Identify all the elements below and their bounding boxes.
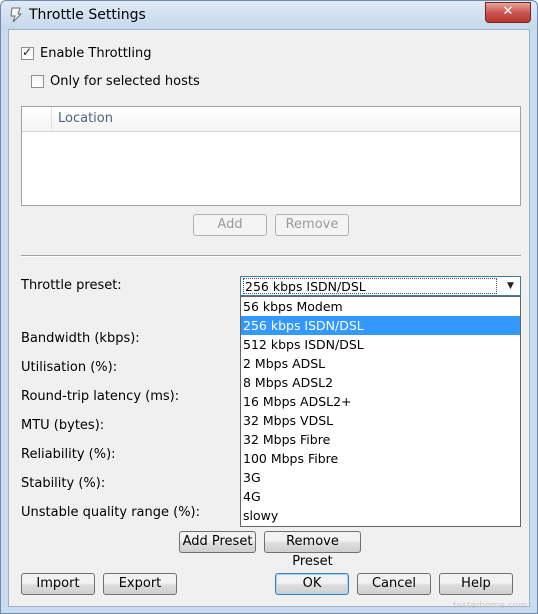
throttle-preset-value: 256 kbps ISDN/DSL [243,278,497,294]
enable-throttling-row[interactable]: ✓ Enable Throttling [21,45,152,61]
bandwidth-label: Bandwidth (kbps): [21,331,140,346]
preset-option[interactable]: slowy [241,506,520,525]
preset-option[interactable]: 32 Mbps Fibre [241,430,520,449]
close-button[interactable]: ✕ [485,2,531,23]
window-title: Throttle Settings [29,7,146,23]
throttle-preset-label: Throttle preset: [21,278,122,293]
preset-option[interactable]: 56 kbps Modem [241,297,520,316]
row-header-gutter [22,107,52,131]
preset-option[interactable]: 256 kbps ISDN/DSL [241,316,520,335]
preset-option[interactable]: 8 Mbps ADSL2 [241,373,520,392]
ok-button[interactable]: OK [275,573,349,595]
add-preset-button[interactable]: Add Preset [179,531,256,553]
dialog-body: ✓ Enable Throttling Only for selected ho… [8,29,530,607]
enable-throttling-checkbox[interactable]: ✓ [21,45,34,60]
preset-option[interactable]: 4G [241,487,520,506]
location-column-header[interactable]: Location [52,107,520,131]
check-mark-icon: ✓ [22,45,33,59]
add-host-button[interactable]: Add [193,214,267,236]
selected-hosts-checkbox[interactable] [31,75,44,88]
preset-option[interactable]: 2 Mbps ADSL [241,354,520,373]
export-button[interactable]: Export [103,573,177,595]
remove-host-button[interactable]: Remove [275,214,349,236]
watermark: testerhome.com [453,601,527,611]
preset-option[interactable]: 16 Mbps ADSL2+ [241,392,520,411]
throttle-preset-dropdown[interactable]: 56 kbps Modem 256 kbps ISDN/DSL 512 kbps I… [240,296,521,527]
hosts-list-header: Location [22,107,520,132]
mtu-label: MTU (bytes): [21,418,105,433]
preset-option[interactable]: 100 Mbps Fibre [241,449,520,468]
title-bar: Throttle Settings ✕ [1,1,537,29]
throttle-preset-select[interactable]: 256 kbps ISDN/DSL ▼ [240,276,521,296]
throttle-settings-window: Throttle Settings ✕ ✓ Enable Throttling … [0,0,538,614]
chevron-down-icon[interactable]: ▼ [502,278,519,294]
selected-hosts-row[interactable]: Only for selected hosts [31,74,200,89]
help-button[interactable]: Help [439,573,513,595]
utilisation-label: Utilisation (%): [21,360,118,375]
preset-option[interactable]: 3G [241,468,520,487]
selected-hosts-label: Only for selected hosts [50,74,200,89]
cancel-button[interactable]: Cancel [357,573,431,595]
throttle-app-icon [10,7,23,23]
latency-label: Round-trip latency (ms): [21,389,180,404]
unstable-range-label: Unstable quality range (%): [21,505,200,520]
stability-label: Stability (%): [21,476,106,491]
enable-throttling-label: Enable Throttling [40,46,152,61]
reliability-label: Reliability (%): [21,447,116,462]
remove-preset-button[interactable]: Remove Preset [264,531,361,569]
divider [21,255,521,257]
hosts-list[interactable]: Location [21,106,521,206]
import-button[interactable]: Import [21,573,95,595]
preset-option[interactable]: 32 Mbps VDSL [241,411,520,430]
preset-option[interactable]: 512 kbps ISDN/DSL [241,335,520,354]
